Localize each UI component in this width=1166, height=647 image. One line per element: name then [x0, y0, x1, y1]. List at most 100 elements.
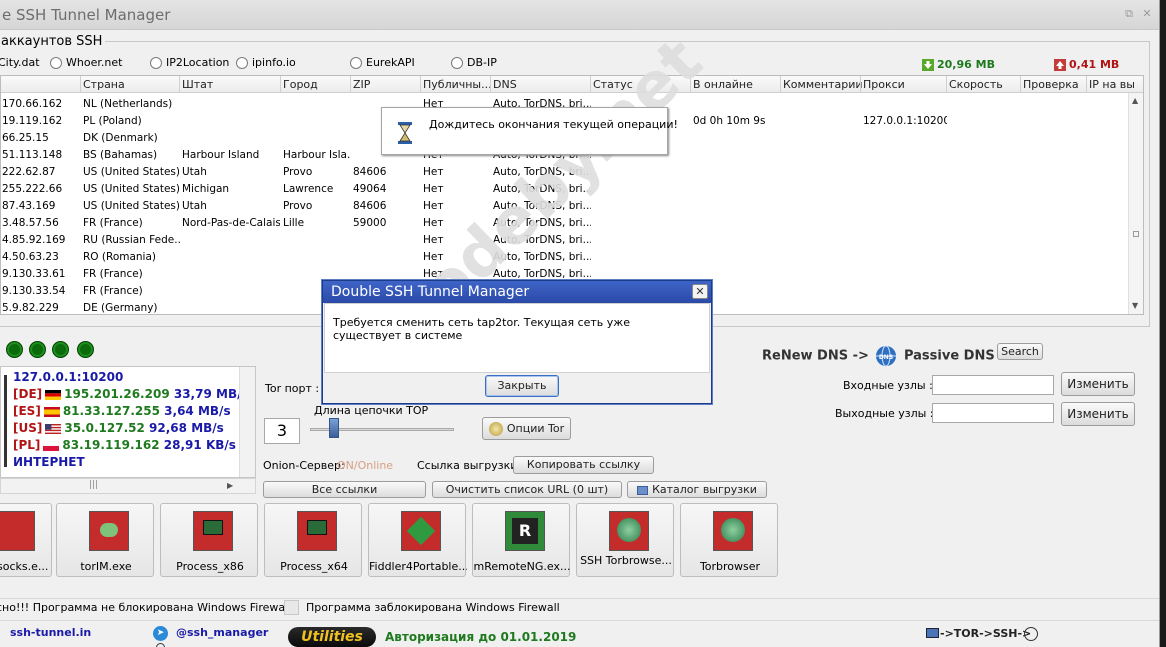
table-row[interactable]: 222.62.87 US (United States) Utah Provo 8460… — [1, 164, 1129, 181]
copy-link-button[interactable]: Копировать ссылку — [513, 456, 654, 474]
cell-ip: 66.25.15 — [2, 132, 49, 144]
table-row[interactable]: 87.43.169 US (United States) Utah Provo 8460… — [1, 198, 1129, 215]
cell-country: FR (France) — [83, 268, 143, 280]
firewall-block-checkbox[interactable] — [284, 600, 299, 615]
table-row[interactable]: 4.50.63.23 RO (Romania) Нет Auto, TorDNS, b… — [1, 249, 1129, 266]
column-header[interactable]: IP на вы — [1089, 78, 1135, 91]
cell-country: DE (Germany) — [83, 302, 158, 314]
scroll-down-icon[interactable]: ▼ — [1132, 301, 1138, 310]
column-separator[interactable] — [179, 76, 180, 93]
table-row[interactable]: 255.222.66 US (United States) Michigan Lawr… — [1, 181, 1129, 198]
radio-ip2location[interactable]: IP2Location — [150, 56, 229, 69]
column-header[interactable]: Город — [283, 78, 318, 91]
cell-country: PL (Poland) — [83, 115, 142, 127]
change-entry-nodes-button[interactable]: Изменить — [1061, 372, 1135, 396]
column-header[interactable]: В онлайне — [693, 78, 753, 91]
cell-state: Nord-Pas-de-Calais — [182, 217, 280, 229]
chain-length-field[interactable]: 3 — [264, 418, 300, 444]
radio-whoer[interactable]: Whoer.net — [50, 56, 122, 69]
column-header[interactable]: Комментарии — [783, 78, 863, 91]
clear-url-list-button[interactable]: Очистить список URL (0 шт) — [432, 481, 622, 498]
dialog-close-button[interactable]: Закрыть — [485, 375, 559, 397]
export-catalog-button[interactable]: Каталог выгрузки — [627, 481, 767, 498]
app-mremoteng[interactable]: RmRemoteNG.ex... — [472, 503, 570, 577]
telegram-link[interactable]: @ssh_manager — [176, 626, 268, 639]
radio-circle — [451, 57, 463, 69]
radio-dbip[interactable]: DB-IP — [451, 56, 497, 69]
exit-nodes-input[interactable] — [932, 403, 1054, 423]
radio-ipinfo[interactable]: ipinfo.io — [236, 56, 296, 69]
error-dialog: Double SSH Tunnel Manager ✕ Требуется см… — [322, 280, 712, 404]
column-header[interactable]: Статус — [593, 78, 633, 91]
app-process-x64[interactable]: Process_x64 — [264, 503, 362, 577]
chain-vertical-scrollbar[interactable] — [239, 367, 255, 477]
scroll-up-icon[interactable]: ▲ — [1132, 96, 1138, 105]
radio-label: IP2Location — [166, 56, 230, 69]
all-links-button[interactable]: Все ссылки — [263, 481, 426, 498]
column-header[interactable]: Прокси — [863, 78, 905, 91]
app-label: mRemoteNG.ex... — [473, 560, 571, 573]
radio-circle — [350, 57, 362, 69]
cell-zip: 84606 — [353, 200, 387, 212]
exit-nodes-label: Выходные узлы : — [835, 407, 934, 420]
radio-citydat[interactable]: City.dat — [0, 56, 40, 69]
column-header[interactable]: Проверка — [1023, 78, 1079, 91]
column-separator[interactable] — [946, 76, 947, 93]
globe-icon — [617, 518, 641, 542]
site-link[interactable]: ssh-tunnel.in — [10, 626, 91, 639]
column-separator[interactable] — [1020, 76, 1021, 93]
cell-city: Harbour Isla... — [283, 149, 351, 161]
column-separator[interactable] — [80, 76, 81, 93]
search-dns-button[interactable]: Search — [997, 343, 1043, 360]
app-process-x86[interactable]: Process_x86 — [160, 503, 258, 577]
column-separator[interactable] — [490, 76, 491, 93]
tor-options-button[interactable]: Опции Tor — [482, 417, 571, 440]
slider-thumb[interactable] — [329, 418, 339, 438]
column-separator[interactable] — [860, 76, 861, 93]
column-separator[interactable] — [350, 76, 351, 93]
chain-horizontal-scrollbar[interactable]: ||| ▶ — [0, 478, 256, 494]
app-torbrowser[interactable]: Torbrowser — [680, 503, 778, 577]
restore-window-button[interactable]: ⧉ — [1122, 8, 1136, 20]
column-separator[interactable] — [590, 76, 591, 93]
cell-country: DK (Denmark) — [83, 132, 158, 144]
dialog-close-icon[interactable]: ✕ — [692, 284, 708, 299]
monitor-icon — [203, 520, 223, 535]
column-separator[interactable] — [280, 76, 281, 93]
column-separator[interactable] — [690, 76, 691, 93]
entry-nodes-input[interactable] — [932, 375, 1054, 395]
close-window-button[interactable]: ✕ — [1140, 8, 1154, 20]
utilities-button[interactable]: Utilities — [288, 627, 376, 647]
column-header[interactable]: DNS — [493, 78, 517, 91]
cell-public: Нет — [423, 268, 444, 280]
upload-traffic: 0,41 MB — [1054, 58, 1119, 71]
app-ssh-torbrowser[interactable]: SSH Torbrowse... — [576, 503, 674, 577]
radio-circle — [50, 57, 62, 69]
column-separator[interactable] — [780, 76, 781, 93]
cell-dns: Auto, TorDNS, bri... — [493, 166, 591, 178]
column-header[interactable]: ZIP — [353, 78, 370, 91]
dialog-body: Требуется сменить сеть tap2tor. Текущая … — [324, 303, 710, 373]
column-separator[interactable] — [1086, 76, 1087, 93]
cell-dns: Auto, TorDNS, bri... — [493, 217, 591, 229]
table-row[interactable]: 3.48.57.56 FR (France) Nord-Pas-de-Calais L… — [1, 215, 1129, 232]
app-socks[interactable]: socks.e... — [0, 503, 52, 577]
scroll-grip — [1133, 231, 1139, 237]
table-row[interactable]: 4.85.92.169 RU (Russian Fede... Нет Auto, T… — [1, 232, 1129, 249]
app-torim[interactable]: torIM.exe — [56, 503, 154, 577]
scroll-right-icon[interactable]: ▶ — [227, 481, 233, 490]
fiddler-diamond-icon — [406, 516, 436, 546]
change-exit-nodes-button[interactable]: Изменить — [1061, 402, 1135, 426]
column-header[interactable]: Публичны... — [423, 78, 492, 91]
renew-dns-text: ReNew DNS -> — [762, 348, 869, 364]
app-fiddler[interactable]: Fiddler4Portable... — [368, 503, 467, 577]
column-header[interactable]: Штат — [182, 78, 213, 91]
column-header[interactable]: Скорость — [949, 78, 1003, 91]
table-vertical-scrollbar[interactable]: ▲ ▼ — [1128, 93, 1143, 314]
radio-eurekapi[interactable]: EurekAPI — [350, 56, 415, 69]
wait-popup: Дождитесь окончания текущей операции! — [381, 107, 678, 155]
column-separator[interactable] — [420, 76, 421, 93]
column-header[interactable]: Страна — [83, 78, 125, 91]
status-indicator-3 — [52, 341, 69, 358]
chain-hop-pl: [PL] 83.19.119.162 28,91 KB/s — [13, 438, 236, 452]
